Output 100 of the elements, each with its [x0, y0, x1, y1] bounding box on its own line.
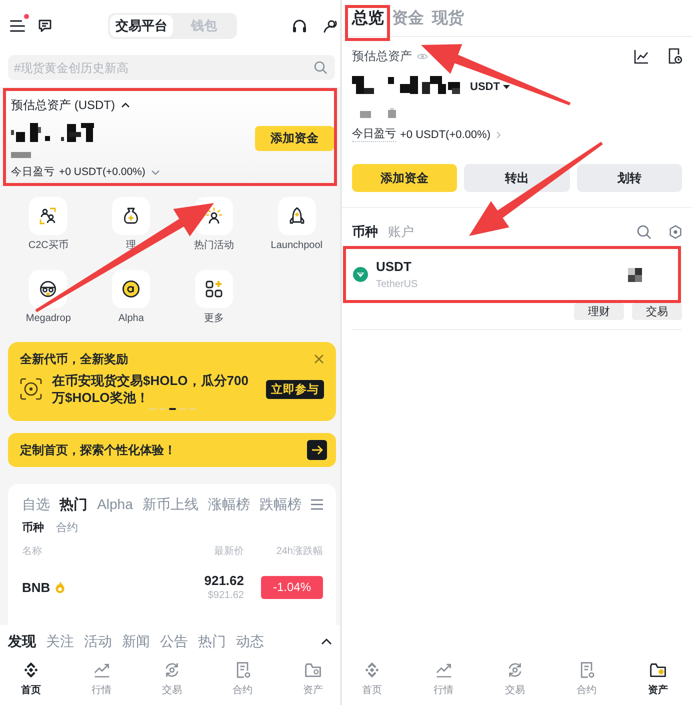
shortcut-label: 热门活动: [194, 240, 234, 252]
market-tab[interactable]: 跌幅榜: [259, 495, 302, 513]
shortcut-label: Megadrop: [26, 313, 71, 325]
column-header: 24h涨跌幅: [275, 545, 323, 559]
shortcut-label: Alpha: [118, 313, 144, 325]
last-price: 921.62: [204, 572, 244, 589]
exchange-cycle-icon: [163, 661, 181, 679]
feed-tab[interactable]: 新闻: [122, 630, 150, 652]
exchange-cycle-icon: [506, 661, 524, 679]
market-subtab[interactable]: 币种: [22, 521, 44, 535]
gem-coin-icon: [353, 267, 368, 282]
currency-dropdown[interactable]: USDT: [470, 81, 510, 93]
goggles-face-icon: [39, 280, 58, 298]
price-change-badge: -1.04%: [261, 576, 323, 598]
column-header: 最新价: [213, 545, 244, 559]
search-icon[interactable]: [637, 225, 651, 239]
nav-item[interactable]: 合约: [226, 661, 260, 697]
folder-icon: [649, 661, 667, 679]
shortcut-tile[interactable]: [112, 197, 150, 235]
shortcut-tile[interactable]: [29, 270, 68, 308]
estimated-assets-label: 预估总资产 (USDT): [11, 97, 115, 113]
diamond-logo-icon: [363, 661, 381, 679]
nav-item[interactable]: 合约: [570, 661, 604, 697]
at-sign-icon: [122, 280, 140, 298]
line-chart-icon[interactable]: [634, 48, 649, 64]
feed-tab[interactable]: 公告: [160, 630, 188, 652]
feed-tab[interactable]: 热门: [198, 630, 226, 652]
estimated-assets-label: 预估总资产: [352, 48, 412, 64]
list-tab[interactable]: 币种: [352, 224, 378, 240]
shortcut-label: C2C买币: [28, 240, 68, 252]
market-tab[interactable]: 涨幅榜: [208, 495, 250, 513]
tab[interactable]: 资金: [392, 8, 424, 30]
trend-chart-icon: [92, 661, 110, 679]
shortcut-tile[interactable]: [278, 197, 316, 235]
market-tab[interactable]: 新币上线: [142, 495, 198, 513]
nav-item[interactable]: 首页: [14, 661, 48, 697]
nav-item[interactable]: 交易: [498, 661, 532, 697]
market-tab[interactable]: 自选: [22, 495, 50, 513]
segment-tab[interactable]: 交易平台: [110, 15, 172, 37]
nav-item[interactable]: 首页: [355, 661, 389, 697]
customize-arrow-button[interactable]: [307, 440, 327, 460]
search-field[interactable]: #现货黄金创历史新高: [8, 55, 335, 80]
trend-chart-icon: [434, 661, 452, 679]
money-bag-icon: [122, 207, 140, 225]
coin-action-button[interactable]: 交易: [632, 303, 682, 320]
people-swap-icon: [39, 207, 58, 225]
document-clock-icon[interactable]: [668, 48, 682, 64]
pnl-value: +0 USDT(+0.00%): [400, 128, 490, 142]
coin-action-button[interactable]: 理财: [574, 303, 624, 320]
chat-icon[interactable]: [38, 19, 52, 33]
price-usd: $921.62: [208, 589, 244, 602]
menu-icon[interactable]: [10, 20, 25, 32]
grid-plus-icon: [204, 280, 223, 298]
search-icon[interactable]: [314, 61, 327, 74]
pnl-label: 今日盈亏: [11, 165, 55, 180]
column-header: 名称: [22, 545, 43, 559]
shortcut-tile[interactable]: [112, 270, 150, 308]
nav-item[interactable]: 行情: [426, 661, 460, 697]
user-icon[interactable]: [323, 19, 337, 33]
shortcut-label: 更多: [204, 313, 224, 325]
nav-item[interactable]: 行情: [84, 661, 118, 697]
chevron-down-icon[interactable]: [151, 170, 160, 175]
tab[interactable]: 现货: [432, 8, 464, 30]
caret-up-icon[interactable]: [321, 638, 332, 644]
nav-item[interactable]: 资产: [641, 661, 675, 697]
tab[interactable]: 总览: [345, 5, 390, 41]
join-button[interactable]: 立即参与: [266, 380, 324, 398]
market-subtab[interactable]: 合约: [56, 521, 78, 535]
action-button[interactable]: 划转: [576, 164, 682, 192]
action-button[interactable]: 添加资金: [352, 164, 458, 192]
shortcut-tile[interactable]: [194, 270, 233, 308]
action-button[interactable]: 转出: [464, 164, 570, 192]
hexagon-settings-icon[interactable]: [669, 225, 682, 239]
feed-tab[interactable]: 动态: [236, 630, 264, 652]
customize-text: 定制首页，探索个性化体验！: [20, 442, 176, 458]
nav-item[interactable]: 资产: [296, 661, 330, 697]
close-icon[interactable]: [314, 354, 324, 364]
folder-icon: [304, 661, 322, 679]
feed-tab[interactable]: 活动: [84, 630, 112, 652]
redacted-value: [11, 152, 31, 158]
feed-tab[interactable]: 关注: [46, 630, 74, 652]
caret-up-icon[interactable]: [121, 102, 130, 108]
list-tab[interactable]: 账户: [388, 224, 414, 240]
person-sparkle-icon: [204, 207, 223, 225]
headset-icon[interactable]: [292, 19, 307, 33]
market-tab[interactable]: Alpha: [97, 495, 133, 513]
nav-item[interactable]: 交易: [155, 661, 189, 697]
list-menu-icon[interactable]: [311, 498, 323, 510]
redacted-balance: [628, 268, 642, 282]
shortcut-tile[interactable]: [29, 197, 68, 235]
coin-symbol: BNB: [22, 580, 50, 594]
shortcut-label: Launchpool: [270, 240, 322, 252]
feed-tab[interactable]: 发现: [8, 630, 36, 652]
arrow-right-icon: [311, 445, 323, 455]
caret-down-icon: [502, 85, 510, 89]
market-tab[interactable]: 热门: [60, 495, 88, 513]
diamond-logo-icon: [22, 661, 40, 679]
rocket-icon: [288, 207, 306, 225]
pnl-value: +0 USDT(+0.00%): [59, 165, 146, 180]
add-funds-button[interactable]: 添加资金: [255, 126, 334, 150]
